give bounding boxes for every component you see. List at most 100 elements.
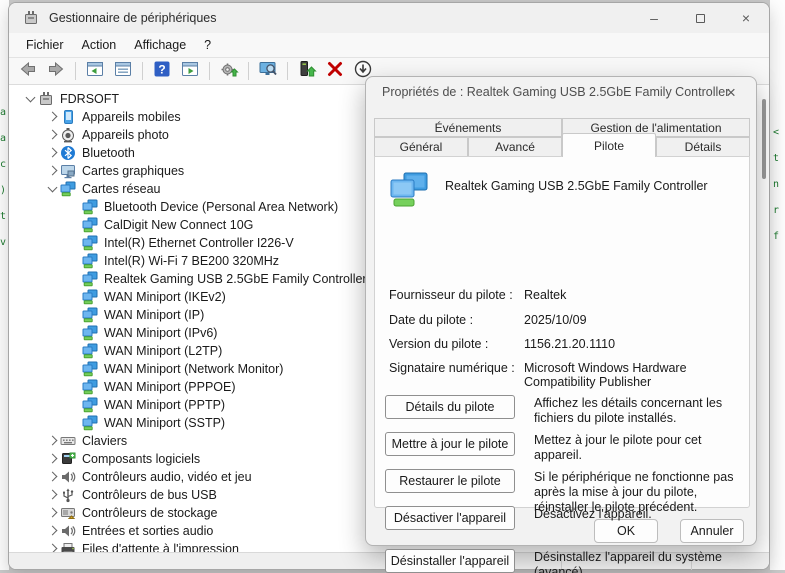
field-label: Version du pilote : bbox=[389, 337, 524, 351]
action-description: Désinstallez l'appareil du système (avan… bbox=[534, 550, 746, 573]
chevron-right-icon[interactable] bbox=[44, 487, 60, 503]
menu-?[interactable]: ? bbox=[195, 35, 220, 55]
ok-button[interactable]: OK bbox=[594, 519, 658, 543]
uninstall-button[interactable] bbox=[322, 59, 348, 83]
chevron-placeholder bbox=[66, 253, 82, 269]
tree-item-label: WAN Miniport (PPTP) bbox=[104, 398, 225, 412]
tree-item-label: WAN Miniport (IKEv2) bbox=[104, 290, 226, 304]
chevron-down-icon[interactable] bbox=[22, 91, 38, 107]
chevron-placeholder bbox=[66, 415, 82, 431]
chevron-placeholder bbox=[66, 217, 82, 233]
network-icon bbox=[82, 415, 99, 431]
menu-bar: FichierActionAffichage? bbox=[9, 33, 769, 57]
chevron-placeholder bbox=[66, 379, 82, 395]
properties-icon bbox=[113, 59, 133, 84]
chevron-right-icon[interactable] bbox=[44, 469, 60, 485]
d-sinstaller-l-appareil-button[interactable]: Désinstaller l'appareil bbox=[385, 549, 515, 573]
tree-item-label: Appareils mobiles bbox=[82, 110, 181, 124]
console-tree-button[interactable] bbox=[82, 59, 108, 83]
display-icon bbox=[60, 163, 77, 179]
tab-d-tails[interactable]: Détails bbox=[656, 137, 750, 157]
chevron-down-icon[interactable] bbox=[44, 181, 60, 197]
field-label: Date du pilote : bbox=[389, 313, 524, 327]
maximize-button[interactable] bbox=[677, 3, 723, 33]
monitor-search-button[interactable] bbox=[255, 59, 281, 83]
back-icon bbox=[18, 59, 38, 84]
dialog-close-button[interactable]: × bbox=[718, 81, 744, 105]
scan-gear-button[interactable] bbox=[216, 59, 242, 83]
network-icon bbox=[82, 199, 99, 215]
tab-g-n-ral[interactable]: Général bbox=[374, 137, 468, 157]
tree-item-label: WAN Miniport (Network Monitor) bbox=[104, 362, 283, 376]
help-icon: ? bbox=[152, 59, 172, 84]
chevron-right-icon[interactable] bbox=[44, 145, 60, 161]
tree-item-label: Intel(R) Wi-Fi 7 BE200 320MHz bbox=[104, 254, 279, 268]
chevron-right-icon[interactable] bbox=[44, 127, 60, 143]
tree-item-label: Intel(R) Ethernet Controller I226-V bbox=[104, 236, 294, 250]
action-pane-button[interactable] bbox=[177, 59, 203, 83]
d-tails-du-pilote-button[interactable]: Détails du pilote bbox=[385, 395, 515, 419]
network-icon bbox=[82, 325, 99, 341]
menu-action[interactable]: Action bbox=[73, 35, 126, 55]
close-button[interactable]: × bbox=[723, 3, 769, 33]
dialog-title: Propriétés de : Realtek Gaming USB 2.5Gb… bbox=[382, 85, 716, 99]
background-text-fragment: < bbox=[773, 120, 785, 146]
menu-fichier[interactable]: Fichier bbox=[17, 35, 73, 55]
audio-icon bbox=[60, 523, 77, 539]
chevron-right-icon[interactable] bbox=[44, 109, 60, 125]
tab-pilote[interactable]: Pilote bbox=[562, 133, 656, 157]
update-driver-button[interactable] bbox=[294, 59, 320, 83]
chevron-right-icon[interactable] bbox=[44, 163, 60, 179]
tree-item-label: Entrées et sorties audio bbox=[82, 524, 213, 538]
toolbar-separator bbox=[209, 62, 210, 80]
network-icon bbox=[82, 217, 99, 233]
chevron-placeholder bbox=[66, 325, 82, 341]
network-adapter-icon bbox=[389, 171, 429, 209]
usb-icon bbox=[60, 487, 77, 503]
properties-dialog: Propriétés de : Realtek Gaming USB 2.5Gb… bbox=[365, 76, 757, 546]
chevron-right-icon[interactable] bbox=[44, 433, 60, 449]
field-value: 2025/10/09 bbox=[524, 313, 739, 327]
uninstall-icon bbox=[325, 59, 345, 84]
tree-item-label: Contrôleurs audio, vidéo et jeu bbox=[82, 470, 252, 484]
back-button[interactable] bbox=[15, 59, 41, 83]
properties-button[interactable] bbox=[110, 59, 136, 83]
restaurer-le-pilote-button[interactable]: Restaurer le pilote bbox=[385, 469, 515, 493]
chevron-right-icon[interactable] bbox=[44, 505, 60, 521]
toolbar-separator bbox=[142, 62, 143, 80]
chevron-right-icon[interactable] bbox=[44, 451, 60, 467]
mettre-jour-le-pilote-button[interactable]: Mettre à jour le pilote bbox=[385, 432, 515, 456]
action-description: Désactivez l'appareil. bbox=[534, 507, 746, 522]
storage-icon bbox=[60, 505, 77, 521]
tab-avanc-[interactable]: Avancé bbox=[468, 137, 562, 157]
tree-item-label: Contrôleurs de bus USB bbox=[82, 488, 217, 502]
network-icon bbox=[82, 289, 99, 305]
phone-icon bbox=[60, 109, 77, 125]
driver-field-row: Fournisseur du pilote :Realtek bbox=[389, 288, 739, 302]
device-name: Realtek Gaming USB 2.5GbE Family Control… bbox=[445, 171, 708, 193]
computer-icon bbox=[38, 91, 55, 107]
tab--v-nements[interactable]: Événements bbox=[374, 118, 562, 137]
network-icon bbox=[82, 379, 99, 395]
network-icon bbox=[82, 307, 99, 323]
d-sactiver-l-appareil-button[interactable]: Désactiver l'appareil bbox=[385, 506, 515, 530]
tree-item-label: Claviers bbox=[82, 434, 127, 448]
chevron-right-icon[interactable] bbox=[44, 523, 60, 539]
tree-item-label: WAN Miniport (IP) bbox=[104, 308, 204, 322]
chevron-placeholder bbox=[66, 307, 82, 323]
background-text-fragment: f bbox=[773, 224, 785, 250]
tree-item-label: Cartes réseau bbox=[82, 182, 161, 196]
action-description: Mettez à jour le pilote pour cet apparei… bbox=[534, 433, 746, 463]
forward-button[interactable] bbox=[43, 59, 69, 83]
cancel-button[interactable]: Annuler bbox=[680, 519, 744, 543]
network-icon bbox=[82, 343, 99, 359]
monitor-search-icon bbox=[258, 59, 278, 84]
chevron-placeholder bbox=[66, 289, 82, 305]
tree-item-label: Appareils photo bbox=[82, 128, 169, 142]
help-button[interactable]: ? bbox=[149, 59, 175, 83]
vertical-scrollbar[interactable] bbox=[762, 99, 766, 179]
menu-affichage[interactable]: Affichage bbox=[125, 35, 195, 55]
minimize-button[interactable]: – bbox=[631, 3, 677, 33]
tree-item-label: WAN Miniport (L2TP) bbox=[104, 344, 222, 358]
tree-item-label: WAN Miniport (IPv6) bbox=[104, 326, 217, 340]
